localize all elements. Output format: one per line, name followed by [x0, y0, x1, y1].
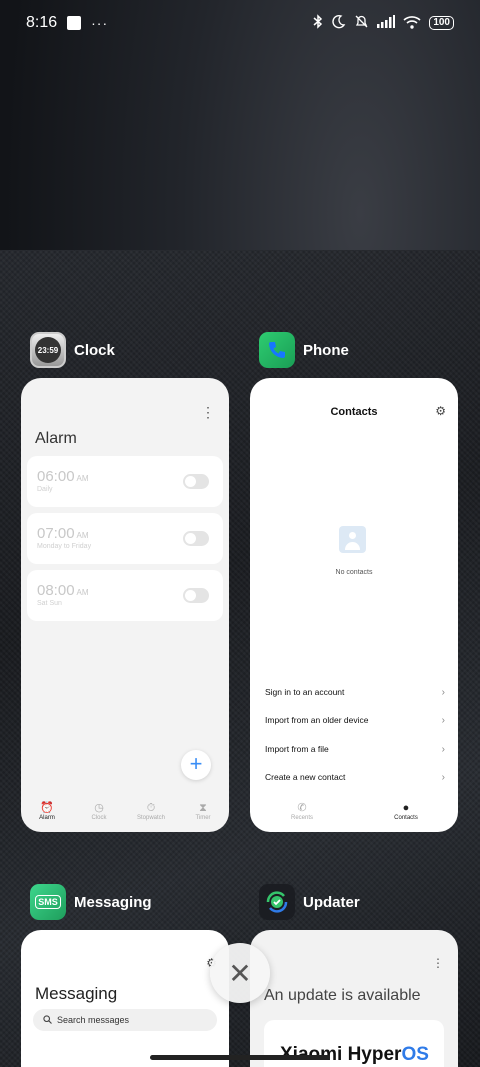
tab-timer[interactable]: ⧗ Timer [177, 798, 229, 832]
recent-card-updater[interactable]: ⋮ An update is available Xiaomi HyperOS [250, 930, 458, 1067]
app-name-phone: Phone [303, 341, 349, 359]
alarm-item[interactable]: 08:00 AM Sat Sun [27, 570, 223, 621]
clock-icon: ◷ [94, 802, 104, 814]
tab-label: Stopwatch [136, 815, 166, 821]
empty-contacts-text: No contacts [335, 569, 373, 576]
alarm-ampm: AM [76, 474, 89, 483]
tab-alarm[interactable]: ⏰ Alarm [21, 798, 73, 832]
app-name-messaging: Messaging [74, 893, 152, 911]
recent-card-clock[interactable]: ⋮ Alarm 06:00 AM Daily 07:00 AM Monday to … [21, 378, 229, 832]
signal-icon [377, 15, 396, 31]
alarm-toggle[interactable] [183, 474, 209, 489]
clear-all-button[interactable]: ✕ [210, 943, 270, 1003]
alarm-repeat: Sat Sun [37, 600, 62, 607]
alarm-clock-icon: ⏰ [40, 802, 54, 814]
recent-card-messaging[interactable]: ⚙ Messaging Search messages [21, 930, 229, 1067]
alarm-toggle[interactable] [183, 588, 209, 603]
create-contact-item[interactable]: Create a new contact › [265, 772, 445, 783]
sign-in-account-item[interactable]: Sign in to an account › [265, 687, 445, 698]
status-bar: 8:16 ··· 100 [0, 0, 480, 46]
bell-off-icon [354, 14, 369, 32]
messaging-app-icon: SMS [30, 884, 66, 920]
alarm-time: 08:00 [37, 582, 75, 599]
wifi-icon [403, 15, 421, 32]
alarm-repeat: Monday to Friday [37, 543, 92, 550]
alarm-item[interactable]: 07:00 AM Monday to Friday [27, 513, 223, 564]
alarm-title: Alarm [35, 430, 77, 447]
status-time: 8:16 [26, 14, 58, 31]
hourglass-icon: ⧗ [199, 802, 207, 814]
contacts-title: Contacts [330, 406, 378, 418]
update-title: An update is available [264, 987, 421, 1004]
clock-app-icon: 23:59 [30, 332, 66, 368]
import-file-item[interactable]: Import from a file › [265, 744, 445, 755]
alarm-ampm: AM [76, 531, 89, 540]
clock-bottom-nav: ⏰ Alarm ◷ Clock ⏱ Stopwatch ⧗ Timer [21, 798, 229, 832]
action-label: Sign in to an account [265, 687, 345, 697]
tab-label: Clock [91, 815, 107, 821]
tab-label: Timer [195, 815, 211, 821]
action-label: Create a new contact [265, 772, 346, 782]
messaging-title: Messaging [35, 984, 118, 1003]
search-placeholder: Search messages [57, 1015, 130, 1025]
tab-contacts[interactable]: ● Contacts [354, 798, 458, 832]
app-header-messaging[interactable]: SMS Messaging [30, 884, 152, 920]
tab-clock[interactable]: ◷ Clock [73, 798, 125, 832]
moon-icon [331, 14, 346, 32]
battery-icon: 100 [429, 16, 454, 30]
more-options-icon[interactable]: ⋮ [432, 956, 444, 970]
alarm-item[interactable]: 06:00 AM Daily [27, 456, 223, 507]
app-name-clock: Clock [74, 341, 115, 359]
home-indicator[interactable] [150, 1055, 330, 1060]
tab-label: Contacts [394, 815, 418, 821]
app-header-phone[interactable]: Phone [259, 332, 349, 368]
bluetooth-icon [313, 14, 323, 32]
phone-icon: ✆ [297, 802, 307, 814]
recent-card-phone[interactable]: Contacts ⚙ No contacts Sign in to an acc… [250, 378, 458, 832]
action-label: Import from a file [265, 744, 329, 754]
tab-label: Recents [290, 815, 313, 821]
app-name-updater: Updater [303, 893, 360, 911]
import-older-device-item[interactable]: Import from an older device › [265, 715, 445, 726]
updater-app-icon [259, 884, 295, 920]
settings-gear-icon[interactable]: ⚙ [435, 404, 446, 418]
alarm-repeat: Daily [37, 486, 53, 493]
chevron-right-icon: › [441, 715, 445, 726]
alarm-time: 07:00 [37, 525, 75, 542]
tab-stopwatch[interactable]: ⏱ Stopwatch [125, 798, 177, 832]
more-options-icon[interactable]: ⋮ [201, 404, 215, 421]
alarm-ampm: AM [76, 588, 89, 597]
chevron-right-icon: › [441, 687, 445, 698]
tab-label: Alarm [39, 815, 55, 821]
app-header-updater[interactable]: Updater [259, 884, 360, 920]
alarm-time: 06:00 [37, 468, 75, 485]
search-messages-input[interactable]: Search messages [33, 1009, 217, 1031]
search-icon [43, 1014, 52, 1026]
app-header-clock[interactable]: 23:59 Clock [30, 332, 115, 368]
notification-icon [67, 16, 82, 30]
alarm-toggle[interactable] [183, 531, 209, 546]
action-label: Import from an older device [265, 715, 369, 725]
phone-app-icon [259, 332, 295, 368]
chevron-right-icon: › [441, 744, 445, 755]
add-alarm-button[interactable]: + [181, 750, 211, 780]
stopwatch-icon: ⏱ [146, 802, 156, 814]
close-icon: ✕ [228, 957, 252, 989]
contact-placeholder-icon [339, 526, 366, 553]
phone-bottom-nav: ✆ Recents ● Contacts [250, 798, 458, 832]
person-icon: ● [402, 802, 410, 814]
chevron-right-icon: › [441, 772, 445, 783]
tab-recents[interactable]: ✆ Recents [250, 798, 354, 832]
more-notifications-icon: ··· [91, 15, 109, 31]
